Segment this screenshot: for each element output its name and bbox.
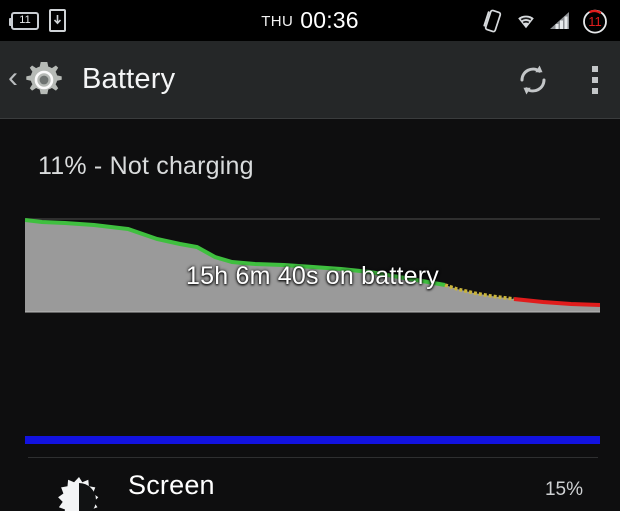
overflow-menu-icon[interactable] <box>580 60 610 100</box>
overflow-dot <box>592 65 598 72</box>
overflow-dot <box>592 87 598 94</box>
battery-history-chart[interactable]: 15h 6m 40s on battery <box>25 217 600 329</box>
usage-row-screen[interactable]: Screen 15% <box>0 457 620 511</box>
battery-history-svg <box>25 218 600 313</box>
row-divider <box>28 457 598 458</box>
battery-status-text: 11% - Not charging <box>38 152 254 180</box>
refresh-icon[interactable] <box>514 61 552 99</box>
status-bar-time: 00:36 <box>300 7 359 33</box>
gear-icon[interactable] <box>20 56 68 104</box>
back-chevron-icon[interactable]: ‹ <box>0 62 20 93</box>
wifi-icon <box>518 15 534 28</box>
battery-circle-text: 11 <box>588 14 602 29</box>
battery-circle-icon: 11 <box>582 8 608 34</box>
brightness-icon <box>50 471 108 511</box>
action-bar: ‹ Battery <box>0 41 620 119</box>
status-bar-right-icons: 11 <box>483 0 608 41</box>
vibrate-icon <box>483 9 502 32</box>
battery-content: 11% - Not charging 15h 6m 40s on battery <box>0 119 620 511</box>
action-bar-actions <box>514 60 610 100</box>
overflow-dot <box>592 76 598 83</box>
battery-settings-screen: 11 THU 00:36 11 ‹ Battery 11% - Not char… <box>0 0 620 511</box>
page-title: Battery <box>82 63 176 95</box>
brightness-glyph <box>58 477 99 511</box>
screen-on-bar <box>25 436 600 444</box>
status-bar: 11 THU 00:36 11 <box>0 0 620 41</box>
cell-signal-icon <box>550 11 569 29</box>
usage-item-name: Screen <box>128 470 215 500</box>
status-bar-day: THU <box>261 13 294 30</box>
usage-item-percent: 15% <box>544 479 583 500</box>
